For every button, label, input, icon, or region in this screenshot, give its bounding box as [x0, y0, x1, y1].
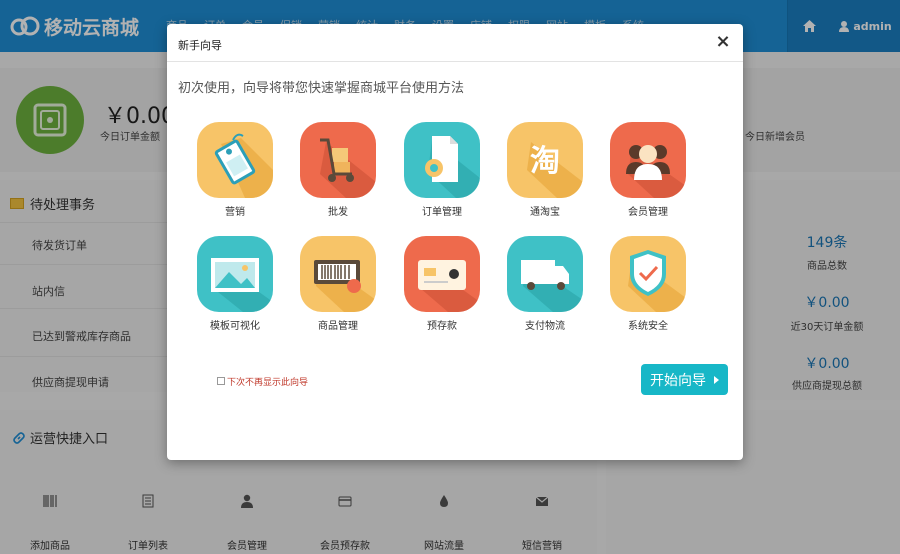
start-guide-label: 开始向导 [650, 372, 706, 389]
tile-wholesale[interactable] [300, 122, 376, 198]
tile-orders[interactable] [404, 122, 480, 198]
tile-label[interactable]: 营销 [185, 203, 285, 218]
shield-check-icon [628, 250, 686, 312]
members-icon [626, 145, 686, 198]
modal-header: 新手向导 × [167, 24, 743, 62]
price-tag-icon [214, 133, 273, 198]
tile-label[interactable]: 通淘宝 [495, 203, 595, 218]
barcode-scanner-icon [314, 260, 376, 312]
modal-title: 新手向导 [178, 39, 222, 52]
tile-template[interactable] [197, 236, 273, 312]
tile-security[interactable] [610, 236, 686, 312]
tile-label[interactable]: 预存款 [392, 317, 492, 332]
close-icon[interactable]: × [715, 33, 731, 51]
document-gear-icon [425, 136, 480, 198]
tile-logistics[interactable] [507, 236, 583, 312]
picture-icon [211, 258, 273, 312]
tile-label[interactable]: 系统安全 [598, 317, 698, 332]
tile-taobao[interactable]: 淘 [507, 122, 583, 198]
tile-label[interactable]: 商品管理 [288, 317, 388, 332]
dont-show-label[interactable]: 下次不再显示此向导 [227, 375, 308, 388]
tile-label[interactable]: 批发 [288, 203, 388, 218]
taobao-icon: 淘 [527, 142, 583, 198]
tile-deposit[interactable] [404, 236, 480, 312]
guide-modal: 新手向导 × 初次使用，向导将带您快速掌握商城平台使用方法 淘 营销 批发 订单… [167, 24, 743, 460]
tile-label[interactable]: 模板可视化 [185, 317, 285, 332]
tile-label[interactable]: 支付物流 [495, 317, 595, 332]
start-guide-button[interactable]: 开始向导 [641, 364, 728, 395]
delivery-truck-icon [521, 260, 583, 312]
hand-truck-icon [320, 138, 376, 198]
tile-marketing[interactable] [197, 122, 273, 198]
dont-show-checkbox[interactable] [217, 377, 225, 385]
tile-label[interactable]: 会员管理 [598, 203, 698, 218]
tile-goods[interactable] [300, 236, 376, 312]
modal-intro: 初次使用，向导将带您快速掌握商城平台使用方法 [178, 81, 465, 96]
bank-card-icon [418, 260, 480, 312]
tile-label[interactable]: 订单管理 [392, 203, 492, 218]
svg-text:淘: 淘 [530, 144, 560, 179]
tile-members[interactable] [610, 122, 686, 198]
caret-right-icon [714, 375, 719, 384]
